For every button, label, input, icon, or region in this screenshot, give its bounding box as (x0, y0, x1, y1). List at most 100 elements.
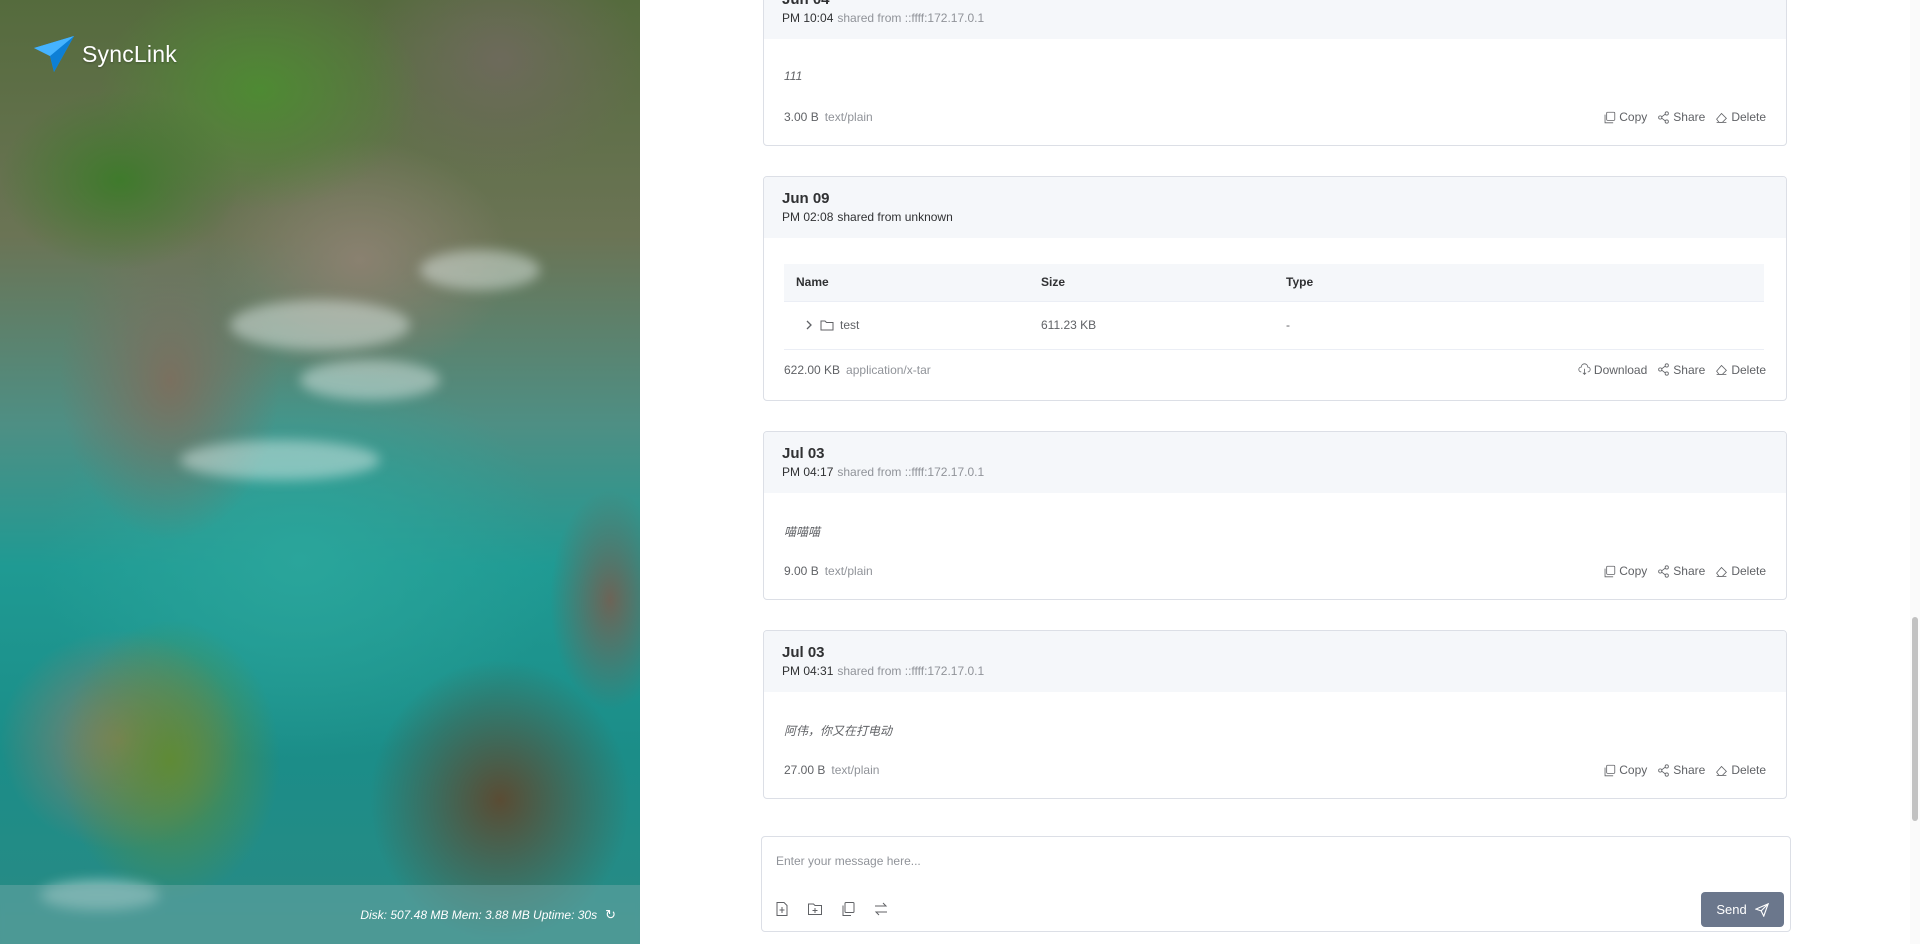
card-time: PM 04:17 (782, 465, 834, 479)
card-source: shared from ::ffff:172.17.0.1 (837, 11, 985, 25)
app-name: SyncLink (82, 40, 177, 67)
wave-foam (230, 300, 410, 350)
file-size-cell: 611.23 KB (1029, 301, 1274, 350)
mime-type: text/plain (831, 763, 880, 777)
switch-icon[interactable] (873, 901, 889, 917)
eraser-icon (1716, 112, 1728, 123)
delete-label: Delete (1731, 110, 1766, 124)
copy-button[interactable]: Copy (1603, 763, 1647, 777)
file-info: 27.00 B text/plain (784, 763, 879, 777)
card-source: shared from ::ffff:172.17.0.1 (837, 465, 985, 479)
card-date: Jun 04 (782, 0, 1768, 10)
share-label: Share (1673, 763, 1706, 777)
copy-icon (1604, 565, 1616, 577)
delete-button[interactable]: Delete (1715, 564, 1766, 578)
file-info: 3.00 B text/plain (784, 110, 873, 124)
scrollbar-thumb[interactable] (1912, 617, 1918, 821)
card-source: shared from ::ffff:172.17.0.1 (837, 664, 985, 678)
card-meta: PM 04:17 shared from ::ffff:172.17.0.1 (782, 464, 1768, 480)
column-header-type: Type (1274, 264, 1764, 302)
eraser-icon (1716, 765, 1728, 776)
delete-button[interactable]: Delete (1715, 363, 1766, 377)
upload-file-icon[interactable] (774, 901, 790, 917)
file-table: Name Size Type test 611.23 KB - (784, 264, 1764, 350)
card-date: Jul 03 (782, 644, 825, 661)
mime-type: text/plain (824, 110, 873, 124)
share-label: Share (1673, 564, 1706, 578)
copy-button[interactable]: Copy (1603, 110, 1647, 124)
background-panel: SyncLink Disk: 507.48 MB Mem: 3.88 MB Up… (0, 0, 640, 944)
copy-icon (1604, 764, 1616, 776)
message-content: 阿伟，你又在打电动 (784, 724, 893, 738)
delete-label: Delete (1731, 362, 1766, 377)
refresh-icon[interactable]: ↻ (605, 907, 616, 923)
card-footer: 9.00 B text/plain Copy Share Delete (784, 553, 1766, 589)
file-size: 9.00 B (784, 564, 819, 578)
copy-label: Copy (1619, 110, 1648, 124)
eraser-icon (1716, 364, 1728, 375)
delete-button[interactable]: Delete (1715, 110, 1766, 124)
cloud-download-icon (1578, 363, 1591, 375)
card-footer: 3.00 B text/plain Copy Share Delete (784, 99, 1766, 135)
mime-type: application/x-tar (846, 362, 931, 377)
card-meta: PM 02:08 shared from unknown (782, 209, 1768, 225)
wave-foam (420, 250, 540, 290)
message-card: Jul 03 PM 04:31 shared from ::ffff:172.17… (763, 630, 1787, 799)
copy-label: Copy (1619, 564, 1648, 578)
paper-plane-icon (34, 36, 74, 72)
share-icon (1658, 110, 1670, 124)
file-size: 622.00 KB (784, 362, 841, 377)
message-composer: Send (761, 836, 1791, 932)
file-info: 622.00 KB application/x-tar (784, 363, 931, 377)
app-logo[interactable]: SyncLink (32, 34, 177, 74)
file-name: test (840, 318, 860, 332)
system-status-bar: Disk: 507.48 MB Mem: 3.88 MB Uptime: 30s… (0, 885, 640, 944)
card-header: Jul 03 PM 04:31 shared from ::ffff:172.17… (764, 631, 1786, 692)
share-button[interactable]: Share (1657, 763, 1705, 777)
file-size: 27.00 B (784, 763, 826, 777)
copy-button[interactable]: Copy (1603, 564, 1647, 578)
card-footer: 27.00 B text/plain Copy Share Delete (784, 752, 1766, 788)
mime-type: text/plain (824, 564, 873, 578)
message-input[interactable] (776, 851, 1676, 871)
upload-folder-icon[interactable] (807, 901, 823, 917)
card-time: PM 02:08 (782, 210, 834, 224)
message-content: 111 (784, 69, 803, 83)
share-button[interactable]: Share (1657, 564, 1705, 578)
delete-label: Delete (1731, 564, 1766, 578)
table-row[interactable]: test 611.23 KB - (784, 301, 1764, 350)
share-button[interactable]: Share (1657, 363, 1705, 377)
column-header-size: Size (1029, 264, 1274, 302)
file-size: 3.00 B (784, 110, 819, 124)
share-icon (1658, 763, 1670, 777)
card-meta: PM 10:04 shared from ::ffff:172.17.0.1 (782, 10, 1768, 26)
chevron-right-icon[interactable] (804, 319, 814, 331)
card-header: Jun 04 PM 10:04shared from ::ffff:172.17… (764, 0, 1786, 39)
copy-icon (1604, 111, 1616, 123)
card-source: shared from unknown (837, 210, 953, 224)
card-time: PM 10:04 (782, 11, 834, 25)
download-label: Download (1593, 362, 1648, 377)
share-icon (1658, 363, 1670, 376)
delete-label: Delete (1731, 763, 1766, 777)
wave-foam (180, 440, 380, 480)
send-button[interactable]: Send (1701, 892, 1784, 927)
delete-button[interactable]: Delete (1715, 763, 1766, 777)
system-status-text: Disk: 507.48 MB Mem: 3.88 MB Uptime: 30s (360, 907, 598, 922)
wave-foam (300, 360, 440, 400)
share-label: Share (1673, 362, 1706, 377)
share-label: Share (1673, 110, 1706, 124)
file-info: 9.00 B text/plain (784, 564, 873, 578)
card-date: Jun 09 (782, 190, 830, 207)
column-header-name: Name (784, 264, 1029, 302)
card-header: Jun 09 PM 02:08 shared from unknown (764, 177, 1786, 238)
download-button[interactable]: Download (1578, 363, 1647, 377)
copy-label: Copy (1619, 763, 1648, 777)
scrollbar[interactable] (1910, 0, 1920, 944)
paste-icon[interactable] (840, 901, 856, 917)
share-icon (1658, 564, 1670, 578)
card-date: Jul 03 (782, 445, 825, 462)
card-time: PM 04:31 (782, 664, 834, 678)
share-button[interactable]: Share (1657, 110, 1705, 124)
composer-toolbar (774, 901, 889, 917)
